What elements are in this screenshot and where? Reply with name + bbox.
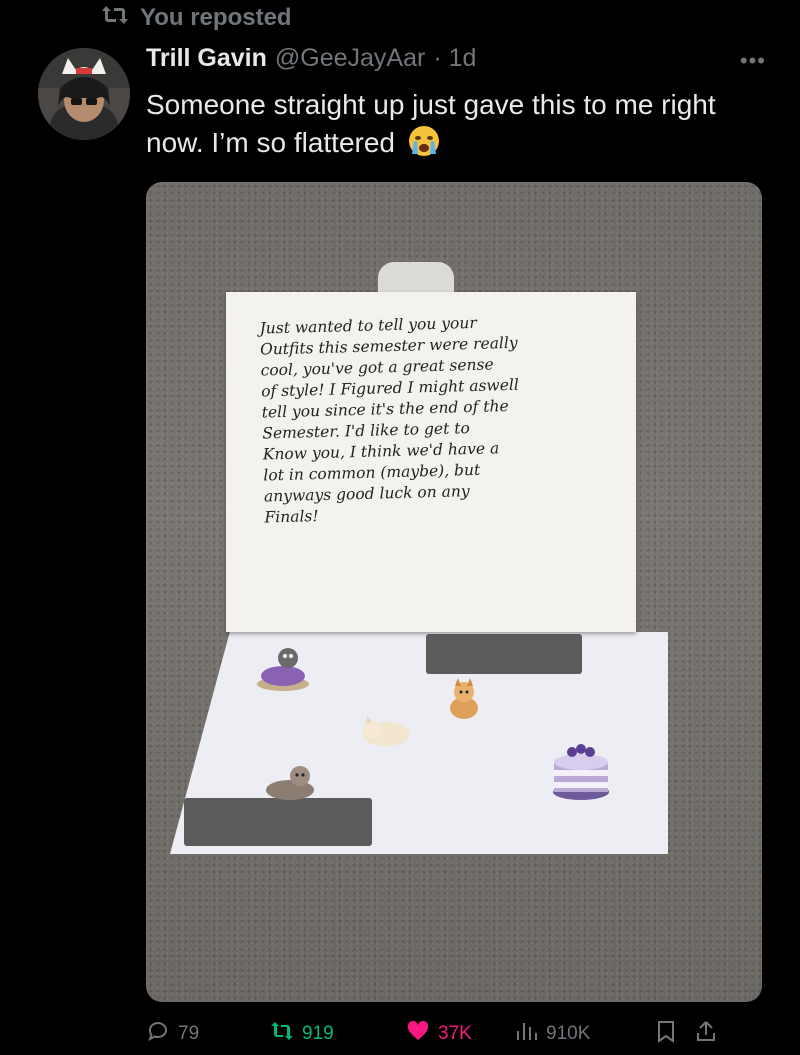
reply-icon — [146, 1019, 170, 1049]
tweet-actions: 79 919 37K 910K — [146, 1018, 766, 1050]
author-name[interactable]: Trill Gavin — [146, 44, 267, 73]
repost-count: 919 — [302, 1023, 334, 1044]
views-count: 910K — [546, 1023, 591, 1044]
reply-count: 79 — [178, 1023, 200, 1044]
tweet-header: Trill Gavin @GeeJayAar · 1d — [146, 44, 476, 73]
layer-cake-sticker — [553, 744, 609, 800]
share-icon — [694, 1019, 718, 1049]
views-button[interactable]: 910K — [514, 1019, 654, 1049]
repost-label: You reposted — [140, 4, 292, 31]
tweet-image[interactable]: Just wanted to tell you your Outfits thi… — [146, 182, 762, 1002]
repost-indicator[interactable]: You reposted — [100, 4, 292, 32]
views-icon — [514, 1019, 538, 1049]
tweet-text: Someone straight up just gave this to me… — [146, 86, 766, 162]
crying-face-emoji — [407, 124, 441, 158]
share-button[interactable] — [694, 1019, 734, 1049]
puppy-sticker — [266, 766, 314, 800]
author-handle[interactable]: @GeeJayAar — [275, 44, 425, 73]
repost-button[interactable]: 919 — [270, 1019, 406, 1049]
tweet-time[interactable]: · 1d — [433, 44, 476, 73]
heart-icon — [406, 1019, 430, 1049]
reply-button[interactable]: 79 — [146, 1019, 270, 1049]
cake-sticker — [257, 648, 309, 691]
bookmark-icon — [654, 1019, 678, 1049]
like-button[interactable]: 37K — [406, 1019, 514, 1049]
redacted-block — [426, 634, 582, 674]
handwritten-note: Just wanted to tell you your Outfits thi… — [226, 292, 636, 632]
avatar[interactable] — [38, 48, 130, 140]
repost-icon — [270, 1019, 294, 1049]
note-text: Just wanted to tell you your Outfits thi… — [259, 313, 520, 527]
like-count: 37K — [438, 1023, 472, 1044]
bookmark-button[interactable] — [654, 1019, 694, 1049]
cat-sticker — [362, 716, 410, 746]
repost-icon — [100, 3, 130, 34]
redacted-block — [184, 798, 372, 846]
more-icon[interactable]: ••• — [740, 48, 766, 74]
dog-sticker — [450, 678, 478, 719]
